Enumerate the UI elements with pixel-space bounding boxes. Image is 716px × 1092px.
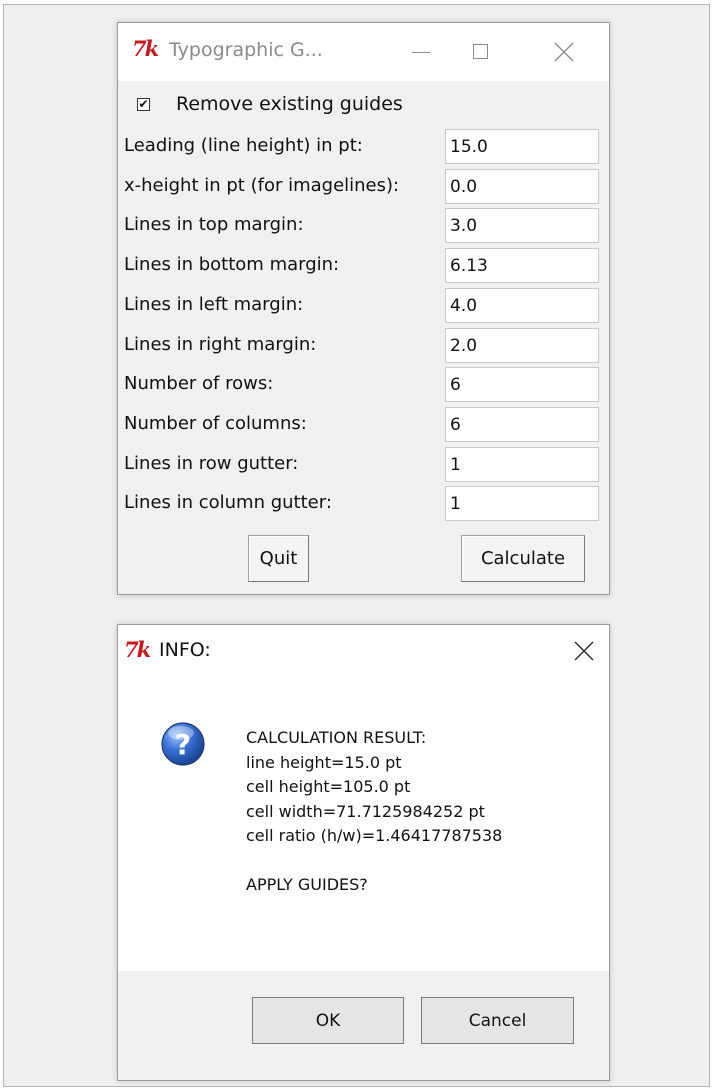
field-input[interactable] — [445, 129, 599, 164]
ok-button[interactable]: OK — [252, 997, 404, 1044]
main-window-title: Typographic G... — [169, 39, 323, 61]
info-titlebar[interactable]: 7k INFO: — [118, 625, 609, 677]
field-input[interactable] — [445, 208, 599, 243]
minimize-icon[interactable] — [392, 23, 448, 81]
info-message-line: APPLY GUIDES? — [246, 875, 368, 894]
calculate-button[interactable]: Calculate — [461, 535, 585, 582]
field-input[interactable] — [445, 328, 599, 363]
field-input[interactable] — [445, 447, 599, 482]
info-dialog: 7k INFO: ? CALCULATION RESULT: line heigh… — [117, 624, 610, 1081]
field-input[interactable] — [445, 486, 599, 521]
field-label: x-height in pt (for imagelines): — [124, 175, 400, 196]
info-message-line: line height=15.0 pt — [246, 752, 402, 772]
field-input[interactable] — [445, 288, 599, 323]
field-label: Lines in row gutter: — [124, 453, 299, 474]
field-label: Lines in left margin: — [124, 294, 304, 315]
field-label: Leading (line height) in pt: — [124, 135, 363, 156]
maximize-icon[interactable] — [454, 23, 510, 81]
question-icon: ? — [160, 721, 206, 767]
typographic-guides-window: 7k Typographic G... ✔ Remove existing gu… — [117, 22, 610, 595]
field-label: Lines in bottom margin: — [124, 254, 340, 275]
field-label: Lines in top margin: — [124, 214, 304, 235]
main-titlebar[interactable]: 7k Typographic G... — [118, 23, 609, 81]
close-icon[interactable] — [535, 23, 591, 81]
field-input[interactable] — [445, 248, 599, 283]
remove-guides-checkbox[interactable]: ✔ — [137, 98, 150, 111]
svg-text:?: ? — [175, 728, 191, 761]
info-message-line: cell width=71.7125984252 pt — [246, 801, 485, 821]
field-label: Lines in column gutter: — [124, 492, 332, 513]
close-icon[interactable] — [555, 622, 611, 680]
tk-logo-icon: 7k — [124, 637, 151, 662]
quit-button[interactable]: Quit — [248, 535, 309, 582]
info-message-line: CALCULATION RESULT: — [246, 728, 427, 747]
field-input[interactable] — [445, 169, 599, 204]
field-label: Number of rows: — [124, 373, 274, 394]
remove-guides-label: Remove existing guides — [176, 93, 403, 115]
info-message-line: cell ratio (h/w)=1.46417787538 — [246, 826, 503, 845]
tk-logo-icon: 7k — [132, 36, 159, 61]
field-label: Lines in right margin: — [124, 334, 317, 355]
info-title: INFO: — [159, 639, 211, 661]
info-message: CALCULATION RESULT: line height=15.0 pt ce… — [246, 726, 502, 898]
field-input[interactable] — [445, 367, 599, 402]
cancel-button[interactable]: Cancel — [421, 997, 574, 1044]
field-label: Number of columns: — [124, 413, 307, 434]
info-message-line: cell height=105.0 pt — [246, 777, 411, 796]
field-input[interactable] — [445, 407, 599, 442]
info-message-line — [246, 849, 502, 874]
